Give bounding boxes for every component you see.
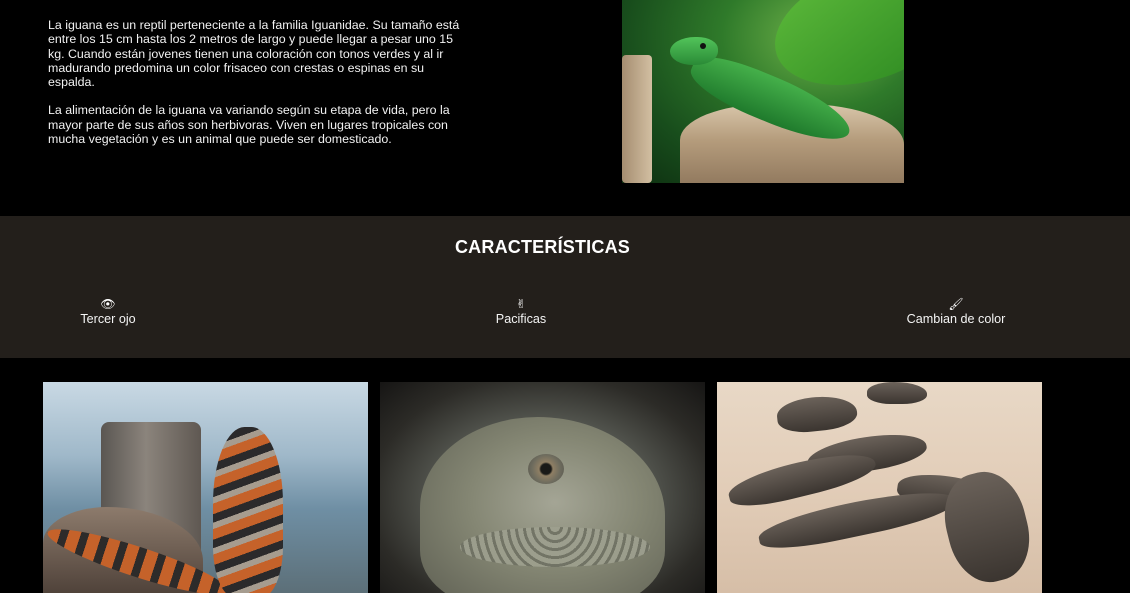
green-iguana-photo: [622, 0, 904, 183]
iguana-shape: [775, 392, 859, 436]
peace-hand-icon: ✌: [515, 297, 527, 311]
iguana-closeup-photo: [380, 382, 705, 593]
jaw-scales-shape: [460, 527, 650, 567]
features-title: CARACTERÍSTICAS: [454, 237, 630, 257]
page: La iguana es un reptil perteneciente a l…: [0, 0, 1130, 593]
feature-change-color: 🖌 Cambian de color: [856, 296, 1056, 326]
iguana-group-photo: [717, 382, 1042, 593]
feature-peaceful: ✌ Pacificas: [421, 296, 621, 326]
iguana-eye-shape: [528, 454, 564, 484]
wood-post-shape: [622, 55, 652, 183]
paint-brush-icon: 🖌: [948, 297, 964, 311]
intro-section: La iguana es un reptil perteneciente a l…: [0, 0, 1130, 216]
intro-paragraph-1: La iguana es un reptil perteneciente a l…: [48, 18, 460, 90]
iguana-body-shape: [213, 427, 283, 593]
intro-text: La iguana es un reptil perteneciente a l…: [48, 18, 468, 160]
intro-paragraph-2: La alimentación de la iguana va variando…: [48, 103, 450, 147]
feature-label: Tercer ojo: [80, 312, 136, 326]
gallery-section: [0, 358, 1130, 593]
feature-label: Cambian de color: [906, 312, 1006, 326]
feature-label: Pacificas: [495, 312, 547, 326]
eye-icon: 👁: [100, 297, 116, 311]
iguana-eye-shape: [700, 43, 706, 49]
feature-third-eye: 👁 Tercer ojo: [8, 296, 208, 326]
iguana-shape: [867, 382, 927, 404]
features-section: CARACTERÍSTICAS 👁 Tercer ojo ✌ Pacificas…: [0, 216, 1130, 358]
orange-iguana-photo: [43, 382, 368, 593]
iguana-head-shape: [670, 37, 718, 65]
